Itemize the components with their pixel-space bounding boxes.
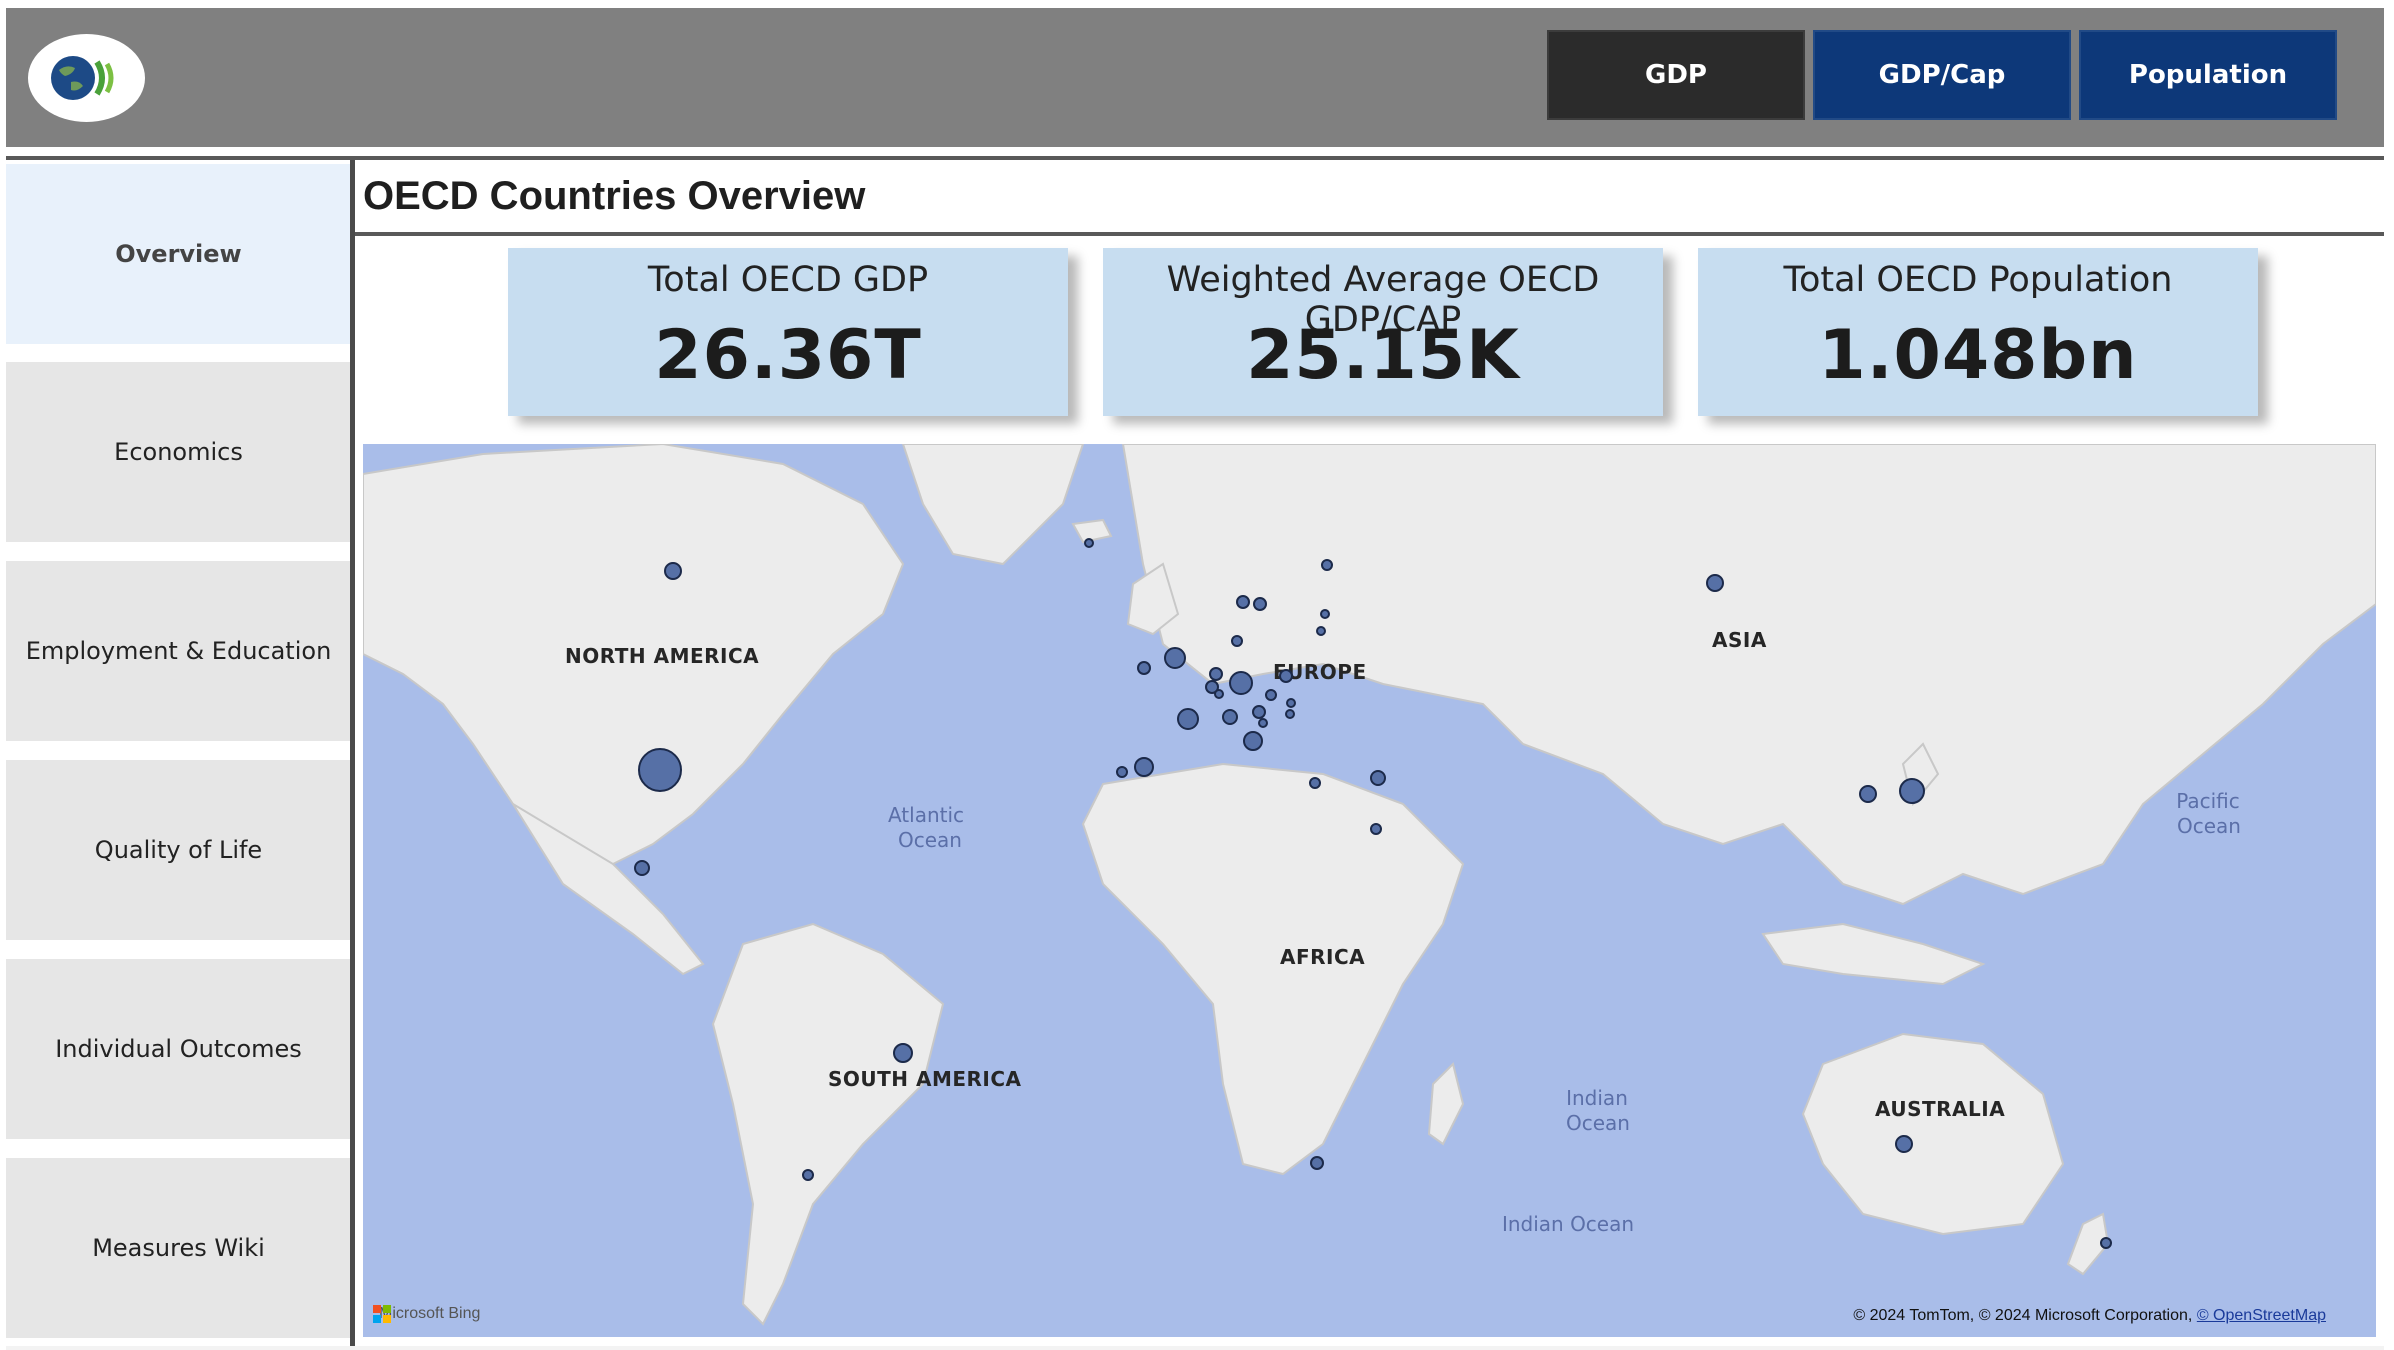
label-australia: AUSTRALIA bbox=[1875, 1097, 2005, 1121]
bubble-spain[interactable] bbox=[1134, 757, 1154, 777]
bubble-south-africa[interactable] bbox=[1310, 1156, 1324, 1170]
world-map[interactable]: NORTH AMERICA SOUTH AMERICA EUROPE AFRIC… bbox=[363, 444, 2376, 1337]
label-pacific-2: Ocean bbox=[2177, 814, 2241, 838]
bubble-latvia[interactable] bbox=[1316, 626, 1326, 636]
kpi-label: Total OECD Population bbox=[1783, 260, 2173, 300]
label-atlantic-2: Ocean bbox=[898, 828, 962, 852]
kpi-value: 1.048bn bbox=[1818, 316, 2138, 395]
bubble-poland[interactable] bbox=[1265, 689, 1277, 701]
nav-overview[interactable]: Overview bbox=[6, 164, 351, 344]
header-divider bbox=[6, 156, 2384, 160]
bubble-korea[interactable] bbox=[1859, 785, 1877, 803]
nav-measures-wiki[interactable]: Measures Wiki bbox=[6, 1158, 351, 1338]
nav-quality-of-life[interactable]: Quality of Life bbox=[6, 760, 351, 940]
bubble-mexico[interactable] bbox=[634, 860, 650, 876]
gdp-per-capita-button[interactable]: GDP/Cap bbox=[1813, 30, 2071, 120]
bottom-strip bbox=[6, 1346, 2384, 1350]
bubble-estonia[interactable] bbox=[1320, 609, 1330, 619]
bubble-chile[interactable] bbox=[802, 1169, 814, 1181]
gdp-button[interactable]: GDP bbox=[1547, 30, 1805, 120]
nav-individual-outcomes[interactable]: Individual Outcomes bbox=[6, 959, 351, 1139]
bing-logo: Microsoft Bing bbox=[373, 1305, 480, 1323]
bubble-australia[interactable] bbox=[1895, 1135, 1913, 1153]
bubble-austria[interactable] bbox=[1252, 705, 1266, 719]
page-title: OECD Countries Overview bbox=[363, 174, 866, 218]
label-pacific-1: Pacific bbox=[2176, 789, 2240, 813]
microsoft-logo-icon bbox=[373, 1305, 391, 1323]
attribution-text: © 2024 TomTom, © 2024 Microsoft Corporat… bbox=[1853, 1307, 2193, 1324]
map-attribution: © 2024 TomTom, © 2024 Microsoft Corporat… bbox=[1853, 1307, 2326, 1325]
bubble-norway[interactable] bbox=[1236, 595, 1250, 609]
land-masses bbox=[363, 444, 2376, 1326]
bing-label: Microsoft Bing bbox=[379, 1305, 481, 1322]
bubble-united-kingdom[interactable] bbox=[1164, 647, 1186, 669]
bubble-finland[interactable] bbox=[1321, 559, 1333, 571]
bubble-czechia[interactable] bbox=[1286, 698, 1296, 708]
bubble-hungary[interactable] bbox=[1258, 718, 1268, 728]
bubble-denmark[interactable] bbox=[1231, 635, 1243, 647]
label-south-america: SOUTH AMERICA bbox=[828, 1067, 1022, 1091]
bubble-united-states[interactable] bbox=[638, 748, 682, 792]
label-indian-2: Ocean bbox=[1566, 1111, 1630, 1135]
bubble-colombia[interactable] bbox=[893, 1043, 913, 1063]
kpi-label: Total OECD GDP bbox=[647, 260, 929, 300]
bubble-switzerland[interactable] bbox=[1222, 709, 1238, 725]
label-asia: ASIA bbox=[1712, 628, 1767, 652]
population-button[interactable]: Population bbox=[2079, 30, 2337, 120]
nav-employment-education[interactable]: Employment & Education bbox=[6, 561, 351, 741]
bubble-ireland[interactable] bbox=[1137, 661, 1151, 675]
sidebar-divider bbox=[350, 160, 355, 1346]
bubble-germany[interactable] bbox=[1229, 671, 1253, 695]
bubble-iceland[interactable] bbox=[1084, 538, 1094, 548]
bubble-france[interactable] bbox=[1177, 708, 1199, 730]
label-north-america: NORTH AMERICA bbox=[565, 644, 759, 668]
oecd-globe-icon bbox=[28, 34, 145, 122]
label-africa: AFRICA bbox=[1280, 945, 1365, 969]
kpi-value: 25.15K bbox=[1246, 316, 1520, 395]
bubble-japan[interactable] bbox=[1899, 778, 1925, 804]
kpi-card-total-gdp: Total OECD GDP 26.36T bbox=[508, 248, 1068, 416]
bubble-portugal[interactable] bbox=[1116, 766, 1128, 778]
label-atlantic-1: Atlantic bbox=[888, 803, 964, 827]
bubble-italy[interactable] bbox=[1243, 731, 1263, 751]
nav-economics[interactable]: Economics bbox=[6, 362, 351, 542]
map-canvas: NORTH AMERICA SOUTH AMERICA EUROPE AFRIC… bbox=[363, 444, 2376, 1326]
bubble-canada[interactable] bbox=[664, 562, 682, 580]
kpi-value: 26.36T bbox=[654, 316, 922, 395]
bubble-luxembourg[interactable] bbox=[1214, 689, 1224, 699]
bubble-israel[interactable] bbox=[1370, 823, 1382, 835]
bubble-netherlands[interactable] bbox=[1209, 667, 1223, 681]
bubble-russia[interactable] bbox=[1706, 574, 1724, 592]
bubble-greece[interactable] bbox=[1309, 777, 1321, 789]
bubble-sweden[interactable] bbox=[1253, 597, 1267, 611]
bubble-slovakia[interactable] bbox=[1285, 709, 1295, 719]
bubble-new-zealand[interactable] bbox=[2100, 1237, 2112, 1249]
kpi-card-total-population: Total OECD Population 1.048bn bbox=[1698, 248, 2258, 416]
title-divider bbox=[355, 232, 2384, 236]
kpi-card-avg-gdp-cap: Weighted Average OECD GDP/CAP 25.15K bbox=[1103, 248, 1663, 416]
openstreetmap-link[interactable]: © OpenStreetMap bbox=[2197, 1307, 2326, 1324]
bubble-turkey[interactable] bbox=[1370, 770, 1386, 786]
label-indian-1: Indian bbox=[1566, 1086, 1628, 1110]
bubble-lithuania[interactable] bbox=[1279, 669, 1293, 683]
label-indian-ocean: Indian Ocean bbox=[1502, 1212, 1634, 1236]
